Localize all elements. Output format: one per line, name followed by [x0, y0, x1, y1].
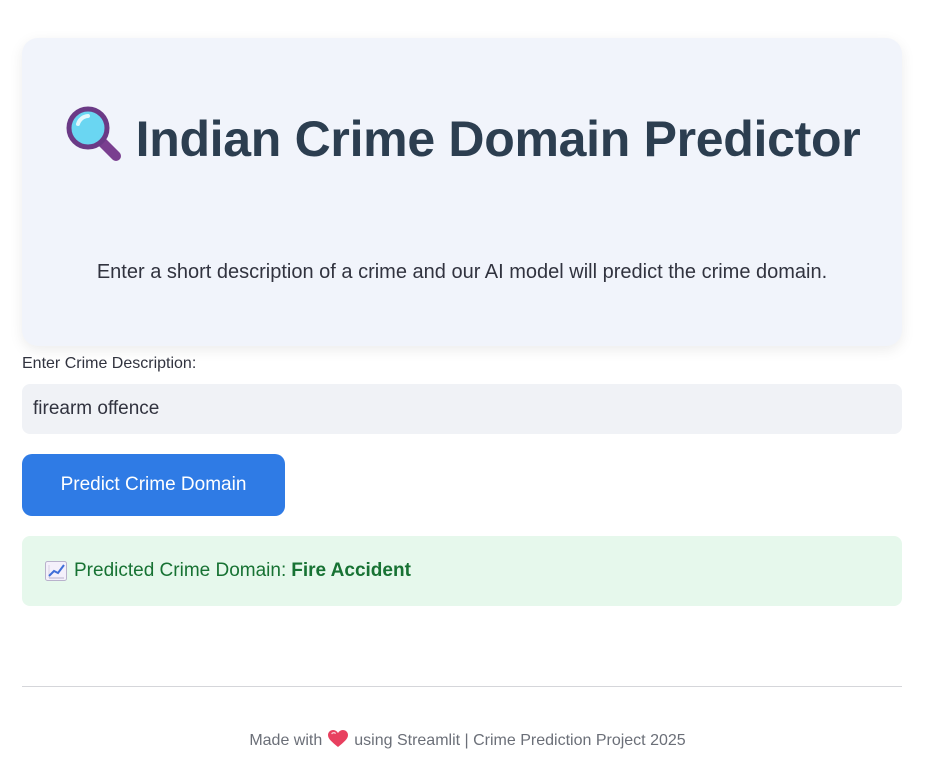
- footer-text-after: using Streamlit | Crime Prediction Proje…: [354, 732, 686, 749]
- crime-description-input[interactable]: [22, 384, 902, 434]
- page-title-text: Indian Crime Domain Predictor: [135, 111, 861, 167]
- footer-divider: [22, 686, 902, 687]
- page-subtitle: Enter a short description of a crime and…: [96, 261, 828, 283]
- prediction-prefix: Predicted Crime Domain:: [74, 560, 287, 581]
- magnifying-glass-icon: [66, 106, 121, 161]
- predicted-domain-value: Fire Accident: [291, 560, 411, 581]
- heart-icon: [328, 730, 349, 747]
- chart-increasing-icon: [45, 561, 67, 581]
- app-page: Indian Crime Domain Predictor Enter a sh…: [0, 0, 935, 784]
- footer-text-before: Made with: [249, 732, 323, 749]
- footer: Made with using Streamlit | Crime Predic…: [0, 730, 935, 752]
- hero-card: Indian Crime Domain Predictor Enter a sh…: [22, 38, 902, 346]
- page-title: Indian Crime Domain Predictor: [62, 104, 862, 172]
- predict-crime-domain-button[interactable]: Predict Crime Domain: [22, 454, 285, 516]
- prediction-result-alert: Predicted Crime Domain: Fire Accident: [22, 536, 902, 606]
- crime-description-label: Enter Crime Description:: [22, 355, 197, 372]
